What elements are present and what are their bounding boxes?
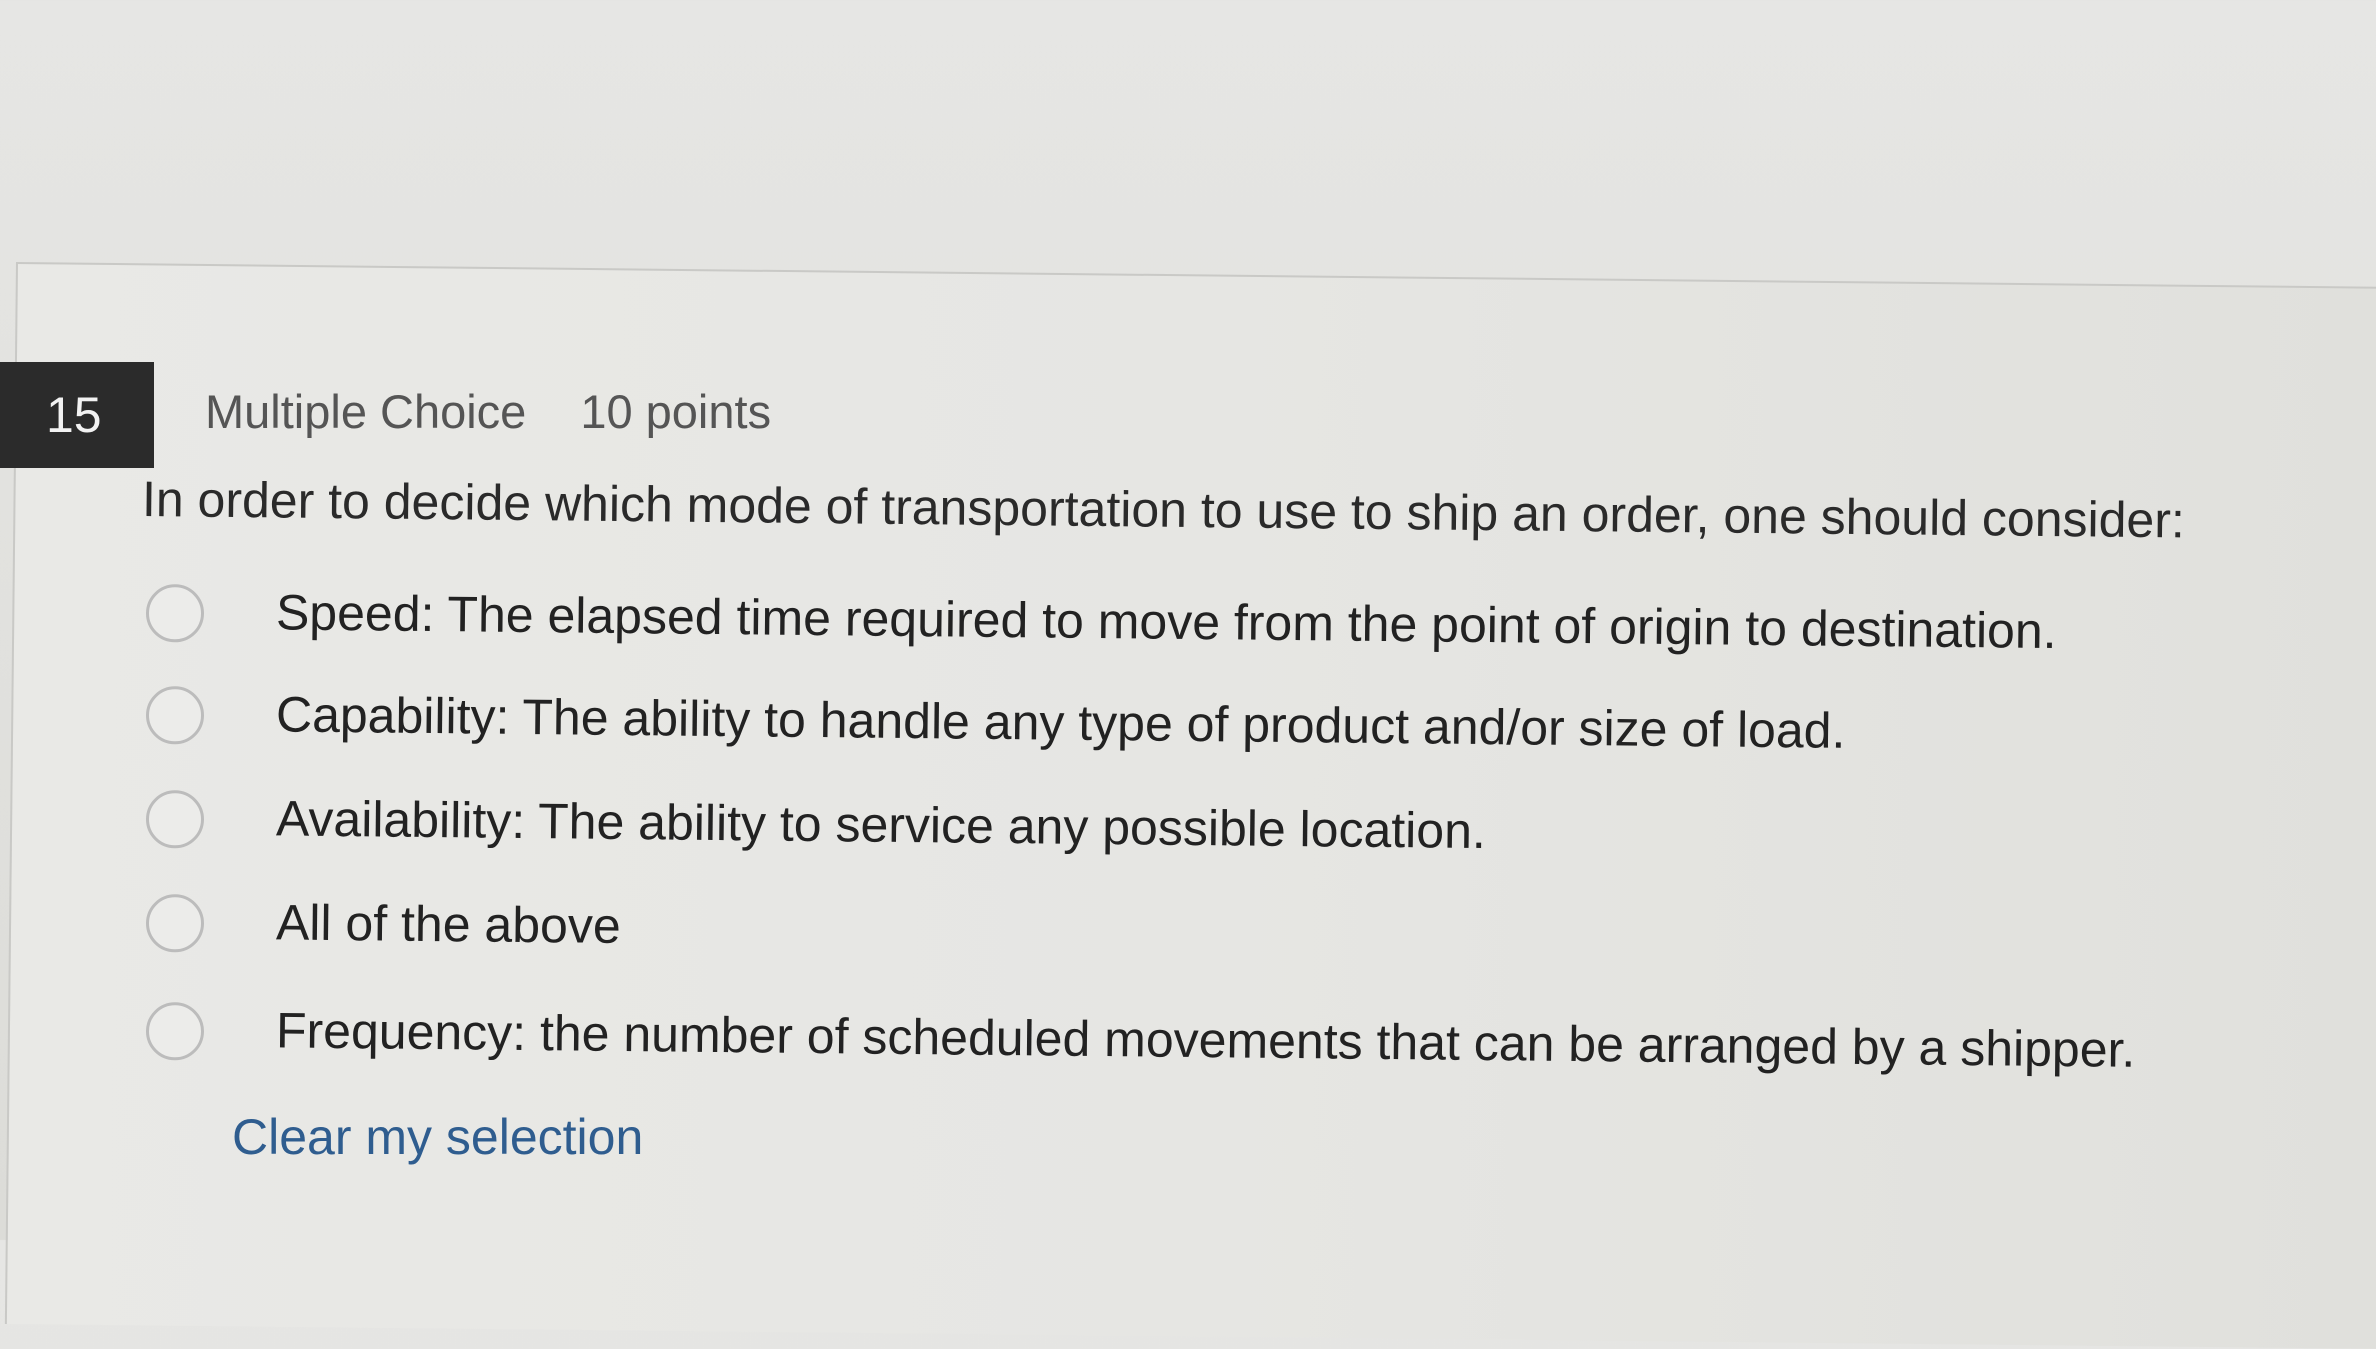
radio-button[interactable]: [145, 1002, 205, 1061]
question-meta: Multiple Choice 10 points: [205, 384, 771, 439]
question-number-badge: 15: [0, 362, 154, 468]
question-type: Multiple Choice: [205, 385, 527, 438]
option-label: All of the above: [275, 894, 621, 954]
radio-button[interactable]: [145, 686, 205, 745]
question-points: 10 points: [580, 385, 772, 438]
radio-button[interactable]: [145, 584, 205, 643]
clear-selection-link[interactable]: Clear my selection: [232, 1108, 643, 1166]
radio-button[interactable]: [145, 894, 205, 953]
radio-button[interactable]: [145, 790, 205, 849]
